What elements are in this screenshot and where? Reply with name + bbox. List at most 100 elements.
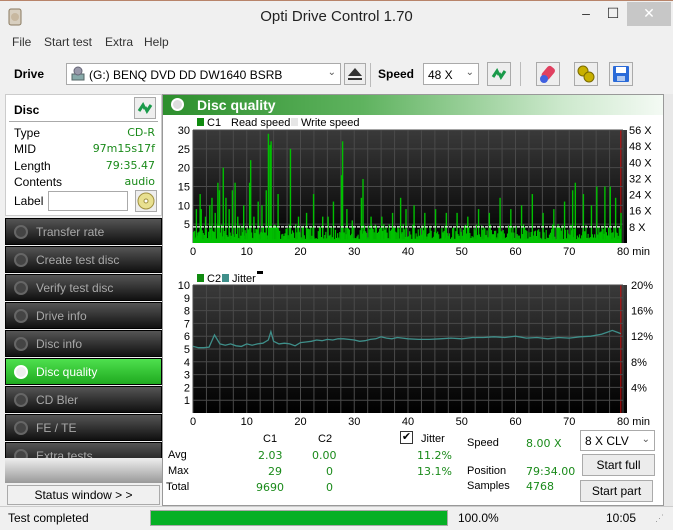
menu-start-test[interactable]: Start test [44, 35, 92, 49]
disc-icon [14, 309, 28, 323]
start-part-button[interactable]: Start part [580, 480, 653, 502]
refresh-icon [137, 102, 153, 114]
save-button[interactable] [609, 62, 633, 86]
disc-icon [14, 337, 28, 351]
maximize-button[interactable]: ☐ [600, 2, 626, 26]
erase-icon [540, 65, 555, 83]
c1-peak-bar [237, 216, 239, 243]
status-window-button[interactable]: Status window > > [7, 485, 160, 505]
drive-select[interactable]: (G:) BENQ DVD DD DW1640 BSRB ⌄ [66, 63, 341, 85]
c1-peak-bar [225, 197, 227, 243]
disc-icon [14, 365, 28, 379]
c1-peak-bar [391, 212, 394, 243]
x-tick-label: 80 min [617, 246, 650, 258]
stats-col-jitter: Jitter [421, 433, 445, 445]
c1-peak-bar [257, 201, 259, 243]
close-button[interactable]: ✕ [627, 2, 671, 26]
speed-stat-value: 8.00 X [526, 437, 562, 450]
c1-peak-bar [249, 160, 252, 243]
eject-icon [348, 68, 362, 80]
c1-peak-bar [289, 148, 292, 243]
c1-peak-bar [563, 201, 566, 243]
left-panel: Disc Type CD-R MID 97m15s17f Length 79:35.4… [5, 94, 162, 506]
nav-item-fe-te[interactable]: FE / TE [5, 414, 162, 441]
refresh-button[interactable] [487, 62, 511, 86]
label-input[interactable] [48, 191, 128, 211]
status-bar: Test completed 100.0% 10:05 ⋰ [0, 506, 673, 530]
status-text: Test completed [8, 511, 89, 525]
disc-contents-row: Contents audio [14, 175, 155, 189]
nav-item-transfer-rate[interactable]: Transfer rate [5, 218, 162, 245]
drive-icon [71, 66, 85, 81]
nav-item-drive-info[interactable]: Drive info [5, 302, 162, 329]
y2-tick-label: 4% [631, 382, 647, 394]
c1-peak-bar [218, 190, 221, 243]
disc-type-value: CD-R [127, 126, 155, 139]
c1-peak-bar [413, 205, 415, 243]
menu-file[interactable]: File [12, 35, 31, 49]
c1-peak-bar [553, 209, 555, 243]
y2-tick-label: 56 X [629, 125, 652, 137]
x-tick-label: 50 [456, 246, 468, 258]
test-mode-select[interactable]: 8 X CLV ⌄ [580, 430, 655, 451]
nav-item-label: Drive info [36, 309, 87, 323]
disc-header: Disc [14, 103, 40, 117]
y2-tick-label: 16% [631, 306, 653, 318]
speed-value: 48 X [428, 68, 453, 82]
y-tick-label: 20 [178, 163, 190, 175]
chevron-down-icon: ⌄ [641, 434, 650, 445]
c1-peak-bar [542, 212, 544, 243]
toolbar: Drive (G:) BENQ DVD DD DW1640 BSRB ⌄ Spe… [0, 55, 673, 93]
nav-item-create-test-disc[interactable]: Create test disc [5, 246, 162, 273]
nav-item-verify-test-disc[interactable]: Verify test disc [5, 274, 162, 301]
settings-button[interactable] [574, 62, 598, 86]
c1-peak-bar [327, 216, 329, 243]
y2-tick-label: 12% [631, 331, 653, 343]
chevron-down-icon: ⌄ [327, 67, 336, 78]
c1-peak-bar [312, 194, 315, 243]
x-tick-label: 0 [190, 246, 196, 258]
settings-icon [577, 65, 595, 83]
legend-write-swatch [291, 118, 298, 126]
speed-select[interactable]: 48 X ⌄ [423, 63, 479, 85]
samples-label: Samples [467, 480, 510, 492]
eject-button[interactable] [344, 63, 366, 85]
legend-c1-swatch [197, 118, 204, 126]
y-tick-label: 30 [178, 125, 190, 137]
disc-refresh-button[interactable] [134, 97, 156, 119]
c1-peak-bar [590, 205, 593, 243]
nav-item-label: Create test disc [36, 253, 120, 267]
menu-extra[interactable]: Extra [105, 35, 133, 49]
stats-col-c2: C2 [318, 433, 333, 445]
scrollbar[interactable] [664, 94, 673, 506]
erase-button[interactable] [536, 62, 560, 86]
nav-item-disc-info[interactable]: Disc info [5, 330, 162, 357]
drive-label: Drive [14, 67, 45, 81]
menu-help[interactable]: Help [144, 35, 169, 49]
x-tick-label: 20 [294, 246, 306, 258]
y-tick-label: 5 [184, 219, 190, 231]
label-cd-button[interactable] [135, 190, 157, 212]
c1-peak-bar [488, 212, 491, 243]
max-c2: 0 [326, 465, 333, 478]
samples-value: 4768 [526, 480, 554, 493]
y2-tick-label: 16 X [629, 206, 652, 218]
x-tick-label: 40 [402, 416, 414, 425]
c1-peak-bar [381, 216, 383, 243]
progress-text: 100.0% [458, 511, 499, 525]
nav-item-cd-bler[interactable]: CD Bler [5, 386, 162, 413]
x-tick-label: 50 [456, 416, 468, 425]
c1-peak-bar [217, 182, 219, 243]
c1-peak-bar [204, 216, 207, 243]
position-value: 79:34.00 [526, 465, 576, 478]
test-mode-value: 8 X CLV [585, 434, 629, 448]
nav-item-disc-quality[interactable]: Disc quality [5, 358, 162, 385]
jitter-checkbox[interactable]: ✔ [400, 431, 413, 444]
c1-peak-bar [211, 197, 213, 243]
c1-peak-bar [571, 190, 574, 243]
resize-grip-icon[interactable]: ⋰ [655, 513, 664, 524]
minimize-button[interactable]: ‒ [573, 2, 599, 26]
speed-stat-label: Speed [467, 437, 499, 449]
start-full-button[interactable]: Start full [582, 454, 655, 476]
save-icon [613, 66, 629, 82]
